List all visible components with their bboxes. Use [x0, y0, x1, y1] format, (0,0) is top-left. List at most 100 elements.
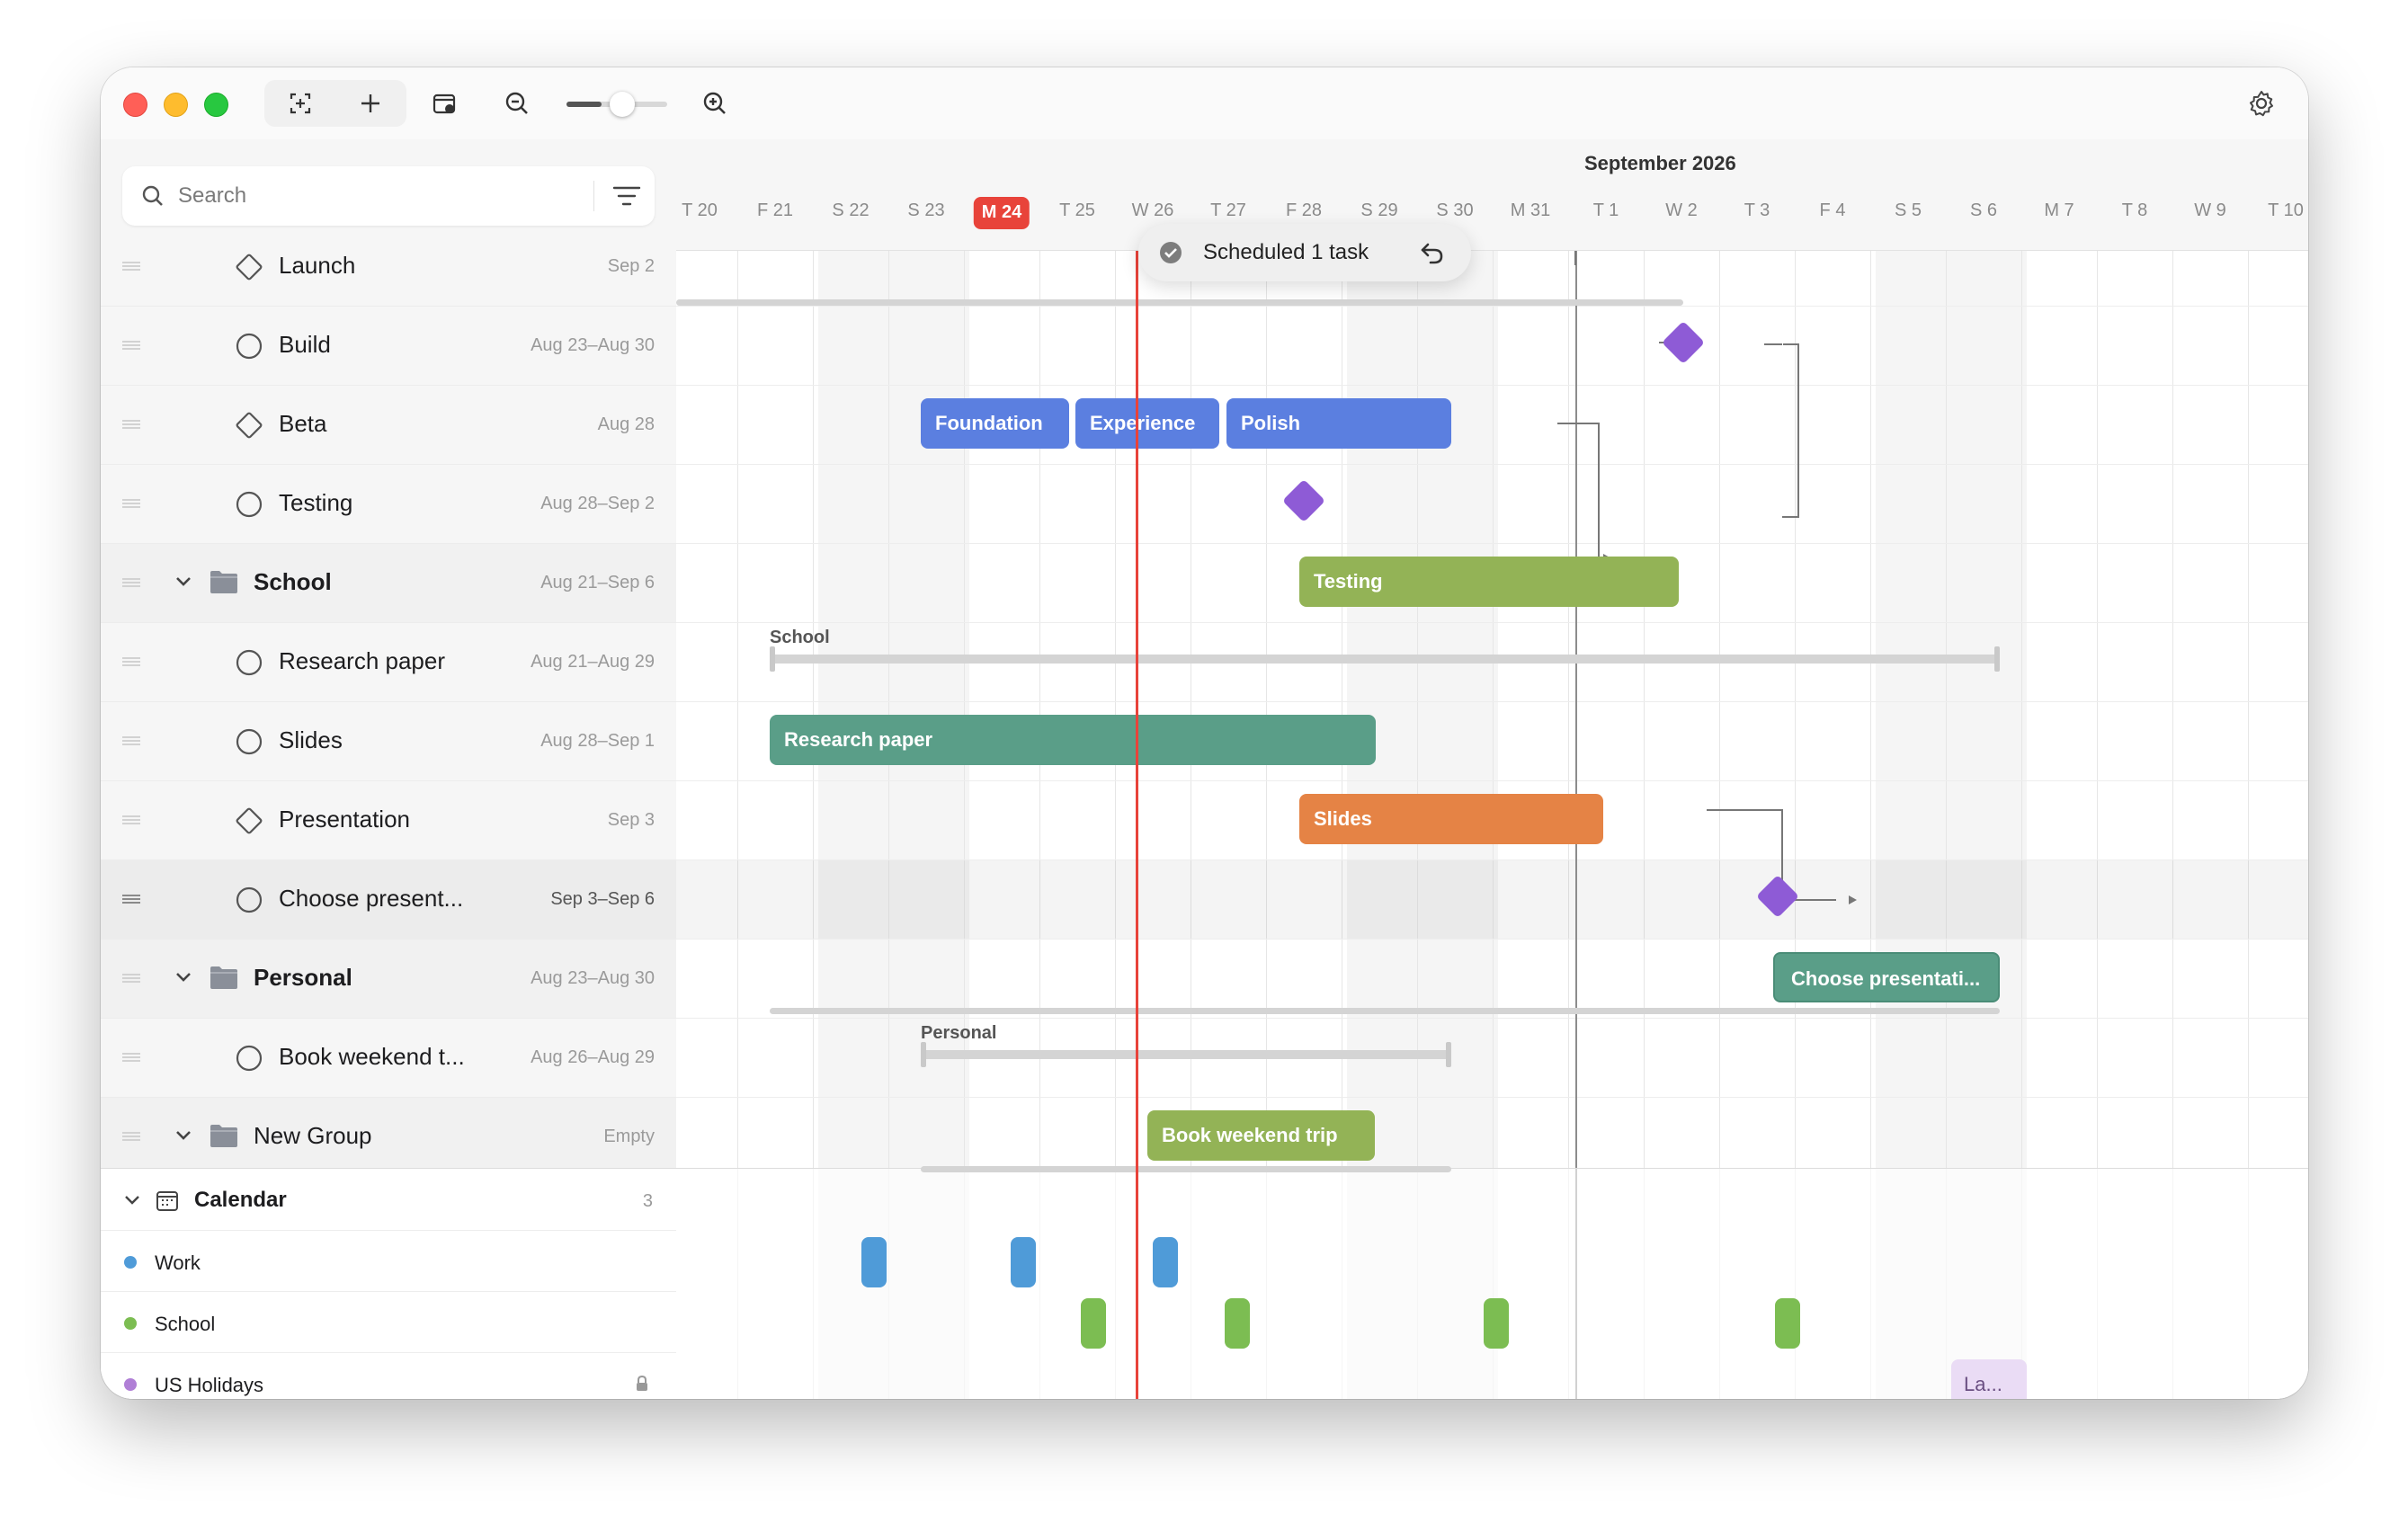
group-row-personal[interactable]: Personal Aug 23–Aug 30 [101, 940, 676, 1019]
bar-testing[interactable]: Testing [1299, 557, 1679, 607]
summary-title-personal: Personal [921, 1023, 997, 1043]
toast-message: Scheduled 1 task [1203, 240, 1369, 264]
drag-handle-icon[interactable] [122, 736, 140, 745]
minimize-window-button[interactable] [164, 93, 188, 117]
task-date: Aug 28–Sep 2 [540, 494, 655, 513]
bar-polish[interactable]: Polish [1226, 398, 1451, 449]
drag-handle-icon[interactable] [122, 341, 140, 350]
filter-icon[interactable] [611, 183, 642, 209]
task-row-presentation[interactable]: Presentation Sep 3 [101, 781, 676, 860]
group-row-new-group[interactable]: New Group Empty [101, 1098, 676, 1168]
calendar-event-holiday[interactable]: La... [1951, 1359, 2027, 1399]
search-input[interactable] [178, 178, 565, 214]
drag-handle-icon[interactable] [122, 420, 140, 429]
task-circle-icon[interactable] [234, 647, 264, 678]
timeline-row [676, 307, 2308, 386]
drag-handle-icon[interactable] [122, 262, 140, 271]
task-row-slides[interactable]: Slides Aug 28–Sep 1 [101, 702, 676, 781]
task-circle-icon[interactable] [234, 1043, 264, 1073]
bar-slides[interactable]: Slides [1299, 794, 1603, 844]
add-task-button[interactable] [343, 80, 397, 127]
day-label: F 21 [756, 200, 794, 220]
task-circle-icon[interactable] [234, 885, 264, 915]
milestone-diamond-icon[interactable] [234, 410, 264, 441]
task-name: Beta [279, 410, 327, 437]
task-name: Book weekend t... [279, 1043, 465, 1070]
chevron-down-icon[interactable] [122, 1190, 142, 1210]
maximize-window-button[interactable] [204, 93, 228, 117]
calendar-event-school[interactable] [1225, 1298, 1250, 1349]
chevron-down-icon[interactable] [173, 571, 194, 592]
gear-icon[interactable] [2245, 87, 2278, 120]
zoom-in-icon [703, 92, 726, 114]
sidebar: Launch Sep 2 Build Aug 23–Aug 30 Beta Au… [101, 139, 676, 1399]
task-row-launch[interactable]: Launch Sep 2 [101, 251, 676, 307]
zoom-out-icon [505, 92, 528, 114]
calendar-event-work[interactable] [1011, 1237, 1036, 1287]
calendar-event-school[interactable] [1484, 1298, 1509, 1349]
task-row-build[interactable]: Build Aug 23–Aug 30 [101, 307, 676, 386]
chevron-down-icon[interactable] [173, 1125, 194, 1146]
calendar-item-work[interactable]: Work [101, 1230, 676, 1291]
bar-foundation[interactable]: Foundation [921, 398, 1069, 449]
zoom-slider-knob[interactable] [610, 92, 635, 117]
add-task-with-selection-icon [290, 93, 311, 114]
drag-handle-icon[interactable] [122, 1132, 140, 1141]
drag-handle-icon[interactable] [122, 895, 140, 904]
plus-icon [361, 94, 379, 112]
today-badge[interactable]: M 24 [973, 197, 1030, 229]
bar-choose-presentation[interactable]: Choose presentati... [1773, 952, 2000, 1002]
calendar-event-work[interactable] [1153, 1237, 1178, 1287]
chevron-down-icon[interactable] [173, 966, 194, 988]
task-row-research-paper[interactable]: Research paper Aug 21–Aug 29 [101, 623, 676, 702]
milestone-diamond-icon[interactable] [234, 252, 264, 282]
task-circle-icon[interactable] [234, 489, 264, 520]
undo-icon[interactable] [1417, 237, 1448, 268]
calendar-event-work[interactable] [861, 1237, 887, 1287]
drag-handle-icon[interactable] [122, 578, 140, 587]
zoom-out-button[interactable] [490, 80, 544, 127]
task-row-testing[interactable]: Testing Aug 28–Sep 2 [101, 465, 676, 544]
calendar-item-school[interactable]: School [101, 1291, 676, 1352]
bar-research-paper[interactable]: Research paper [770, 715, 1376, 765]
drag-handle-icon[interactable] [122, 499, 140, 508]
search-box[interactable] [122, 166, 655, 226]
app-window: Launch Sep 2 Build Aug 23–Aug 30 Beta Au… [101, 67, 2308, 1399]
close-window-button[interactable] [123, 93, 147, 117]
group-name: School [254, 568, 332, 595]
search-icon [142, 185, 163, 206]
task-row-beta[interactable]: Beta Aug 28 [101, 386, 676, 465]
calendar-color-dot [124, 1256, 137, 1269]
day-label: F 28 [1285, 200, 1323, 220]
milestone-diamond-icon[interactable] [234, 806, 264, 836]
add-with-selection-button[interactable] [273, 80, 327, 127]
task-row-book-weekend-trip[interactable]: Book weekend t... Aug 26–Aug 29 [101, 1019, 676, 1098]
group-row-school[interactable]: School Aug 21–Sep 6 [101, 544, 676, 623]
lock-icon [637, 1375, 647, 1391]
bar-experience[interactable]: Experience [1075, 398, 1219, 449]
drag-handle-icon[interactable] [122, 657, 140, 666]
calendar-event-school[interactable] [1081, 1298, 1106, 1349]
drag-handle-icon[interactable] [122, 1053, 140, 1062]
timeline[interactable]: September 2026 T 20 F 21 S 22 S 23 M 24 T 25 W… [676, 139, 2308, 1399]
calendar-header[interactable]: Calendar 3 [101, 1169, 676, 1230]
group-date: Aug 23–Aug 30 [531, 968, 655, 988]
zoom-in-button[interactable] [688, 80, 742, 127]
bar-book-weekend-trip[interactable]: Book weekend trip [1147, 1110, 1375, 1161]
task-name: Slides [279, 726, 343, 753]
drag-handle-icon[interactable] [122, 815, 140, 824]
calendar-event-school[interactable] [1775, 1298, 1800, 1349]
folder-icon [210, 966, 237, 989]
task-circle-icon[interactable] [234, 726, 264, 757]
calendar-settings-button[interactable] [417, 80, 471, 127]
summary-line [921, 1166, 1451, 1172]
day-label: T 3 [1744, 200, 1770, 220]
summary-bar-school[interactable] [770, 655, 2000, 664]
task-circle-icon[interactable] [234, 331, 264, 361]
calendar-item-us-holidays[interactable]: US Holidays [101, 1352, 676, 1399]
summary-line [770, 1008, 2000, 1014]
drag-handle-icon[interactable] [122, 974, 140, 983]
summary-cap [770, 646, 775, 672]
summary-bar-personal[interactable] [921, 1050, 1451, 1059]
task-row-choose-presentation[interactable]: Choose present... Sep 3–Sep 6 [101, 860, 676, 940]
